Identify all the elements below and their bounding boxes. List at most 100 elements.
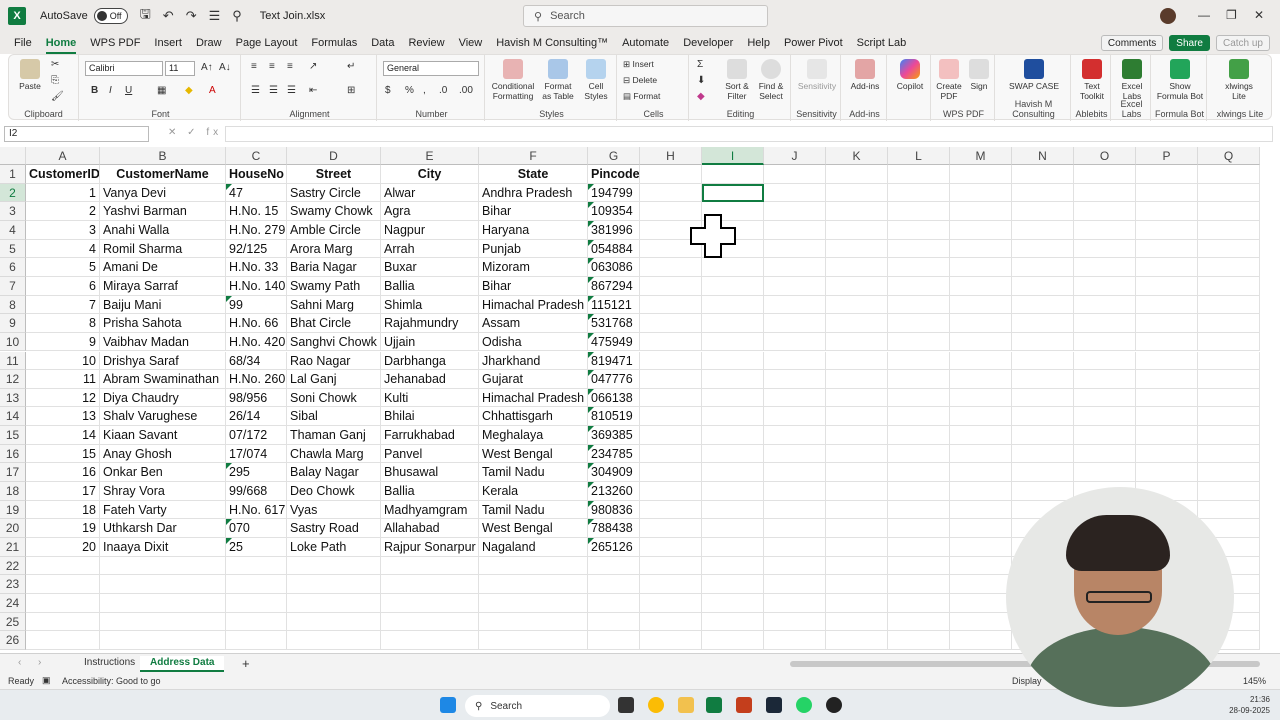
cell-j22[interactable] <box>764 556 826 576</box>
cell-h13[interactable] <box>640 388 702 408</box>
cell-o10[interactable] <box>1074 332 1136 352</box>
cell-k25[interactable] <box>826 612 888 632</box>
copilot-button[interactable]: Copilot <box>891 59 929 91</box>
column-header-b[interactable]: B <box>100 147 226 165</box>
cell-j14[interactable] <box>764 407 826 427</box>
cell-d11[interactable]: Rao Nagar <box>287 351 381 371</box>
cell-c9[interactable]: H.No. 66 <box>226 314 287 333</box>
tab-formulas[interactable]: Formulas <box>311 37 357 49</box>
cell-f1[interactable]: State <box>479 165 588 184</box>
cell-c21[interactable]: 25 <box>226 538 287 557</box>
row-header-7[interactable]: 7 <box>0 276 26 296</box>
cell-f20[interactable]: West Bengal <box>479 519 588 538</box>
cell-m22[interactable] <box>950 556 1012 576</box>
cell-p15[interactable] <box>1136 426 1198 445</box>
cell-f19[interactable]: Tamil Nadu <box>479 500 588 520</box>
cut-icon[interactable]: ✂ <box>51 59 59 70</box>
cell-c14[interactable]: 26/14 <box>226 407 287 427</box>
cell-l25[interactable] <box>888 612 950 632</box>
cell-i18[interactable] <box>702 482 764 501</box>
cell-n3[interactable] <box>1012 202 1074 221</box>
tab-wps-pdf[interactable]: WPS PDF <box>90 37 140 49</box>
cell-g6[interactable]: 063086 <box>588 258 640 277</box>
cell-q1[interactable] <box>1198 165 1260 184</box>
cell-q9[interactable] <box>1198 314 1260 333</box>
cell-g7[interactable]: 867294 <box>588 276 640 296</box>
cell-c2[interactable]: 47 <box>226 183 287 203</box>
cell-l13[interactable] <box>888 388 950 408</box>
cell-f9[interactable]: Assam <box>479 314 588 333</box>
cell-k11[interactable] <box>826 351 888 371</box>
cell-l26[interactable] <box>888 631 950 650</box>
cell-styles-button[interactable]: Cell Styles <box>579 59 613 101</box>
cell-j5[interactable] <box>764 239 826 259</box>
row-header-4[interactable]: 4 <box>0 220 26 240</box>
cell-c24[interactable] <box>226 593 287 613</box>
cell-h12[interactable] <box>640 370 702 389</box>
cell-a3[interactable]: 2 <box>26 202 100 221</box>
formula-controls[interactable]: ✕ ✓ fx <box>168 127 222 138</box>
cell-f23[interactable] <box>479 575 588 594</box>
cell-h6[interactable] <box>640 258 702 277</box>
cell-m26[interactable] <box>950 631 1012 650</box>
cell-b10[interactable]: Vaibhav Madan <box>100 332 226 352</box>
cell-m9[interactable] <box>950 314 1012 333</box>
restore-icon[interactable]: ❐ <box>1226 8 1237 22</box>
cell-d8[interactable]: Sahni Marg <box>287 295 381 315</box>
cell-a6[interactable]: 5 <box>26 258 100 277</box>
cell-l10[interactable] <box>888 332 950 352</box>
cell-i10[interactable] <box>702 332 764 352</box>
cell-i13[interactable] <box>702 388 764 408</box>
cell-k19[interactable] <box>826 500 888 520</box>
cell-f2[interactable]: Andhra Pradesh <box>479 183 588 203</box>
cell-b3[interactable]: Yashvi Barman <box>100 202 226 221</box>
cell-o17[interactable] <box>1074 463 1136 483</box>
cell-n13[interactable] <box>1012 388 1074 408</box>
cell-l15[interactable] <box>888 426 950 445</box>
cell-k18[interactable] <box>826 482 888 501</box>
cell-p9[interactable] <box>1136 314 1198 333</box>
cell-p5[interactable] <box>1136 239 1198 259</box>
cell-d1[interactable]: Street <box>287 165 381 184</box>
cell-f18[interactable]: Kerala <box>479 482 588 501</box>
cell-c17[interactable]: 295 <box>226 463 287 483</box>
cell-j10[interactable] <box>764 332 826 352</box>
align-right-icon[interactable]: ☰ <box>287 85 296 96</box>
tab-data[interactable]: Data <box>371 37 394 49</box>
formula-input[interactable] <box>225 126 1273 142</box>
document-title[interactable]: Text Join.xlsx <box>260 10 325 22</box>
cell-j1[interactable] <box>764 165 826 184</box>
cell-a13[interactable]: 12 <box>26 388 100 408</box>
tab-home[interactable]: Home <box>45 37 76 54</box>
cell-d22[interactable] <box>287 556 381 576</box>
cell-b8[interactable]: Baiju Mani <box>100 295 226 315</box>
steam-icon[interactable] <box>766 697 782 713</box>
cell-e12[interactable]: Jehanabad <box>381 370 479 389</box>
cell-m16[interactable] <box>950 444 1012 464</box>
cell-l22[interactable] <box>888 556 950 576</box>
cell-n10[interactable] <box>1012 332 1074 352</box>
active-cell-selection[interactable] <box>702 183 764 203</box>
cell-p12[interactable] <box>1136 370 1198 389</box>
cell-k10[interactable] <box>826 332 888 352</box>
cell-b7[interactable]: Miraya Sarraf <box>100 276 226 296</box>
cell-k13[interactable] <box>826 388 888 408</box>
italic-icon[interactable]: I <box>109 85 112 96</box>
cell-p13[interactable] <box>1136 388 1198 408</box>
cell-q12[interactable] <box>1198 370 1260 389</box>
cell-c11[interactable]: 68/34 <box>226 351 287 371</box>
cell-f3[interactable]: Bihar <box>479 202 588 221</box>
cell-m7[interactable] <box>950 276 1012 296</box>
column-header-c[interactable]: C <box>226 147 287 165</box>
bold-icon[interactable]: B <box>91 85 98 96</box>
cell-f17[interactable]: Tamil Nadu <box>479 463 588 483</box>
cell-c15[interactable]: 07/172 <box>226 426 287 445</box>
cell-q16[interactable] <box>1198 444 1260 464</box>
cell-q19[interactable] <box>1198 500 1260 520</box>
increase-decimal-icon[interactable]: .0 <box>439 85 447 96</box>
cell-g13[interactable]: 066138 <box>588 388 640 408</box>
orientation-icon[interactable]: ↗ <box>309 61 317 72</box>
cell-g16[interactable]: 234785 <box>588 444 640 464</box>
column-header-p[interactable]: P <box>1136 147 1198 165</box>
row-header-13[interactable]: 13 <box>0 388 26 408</box>
